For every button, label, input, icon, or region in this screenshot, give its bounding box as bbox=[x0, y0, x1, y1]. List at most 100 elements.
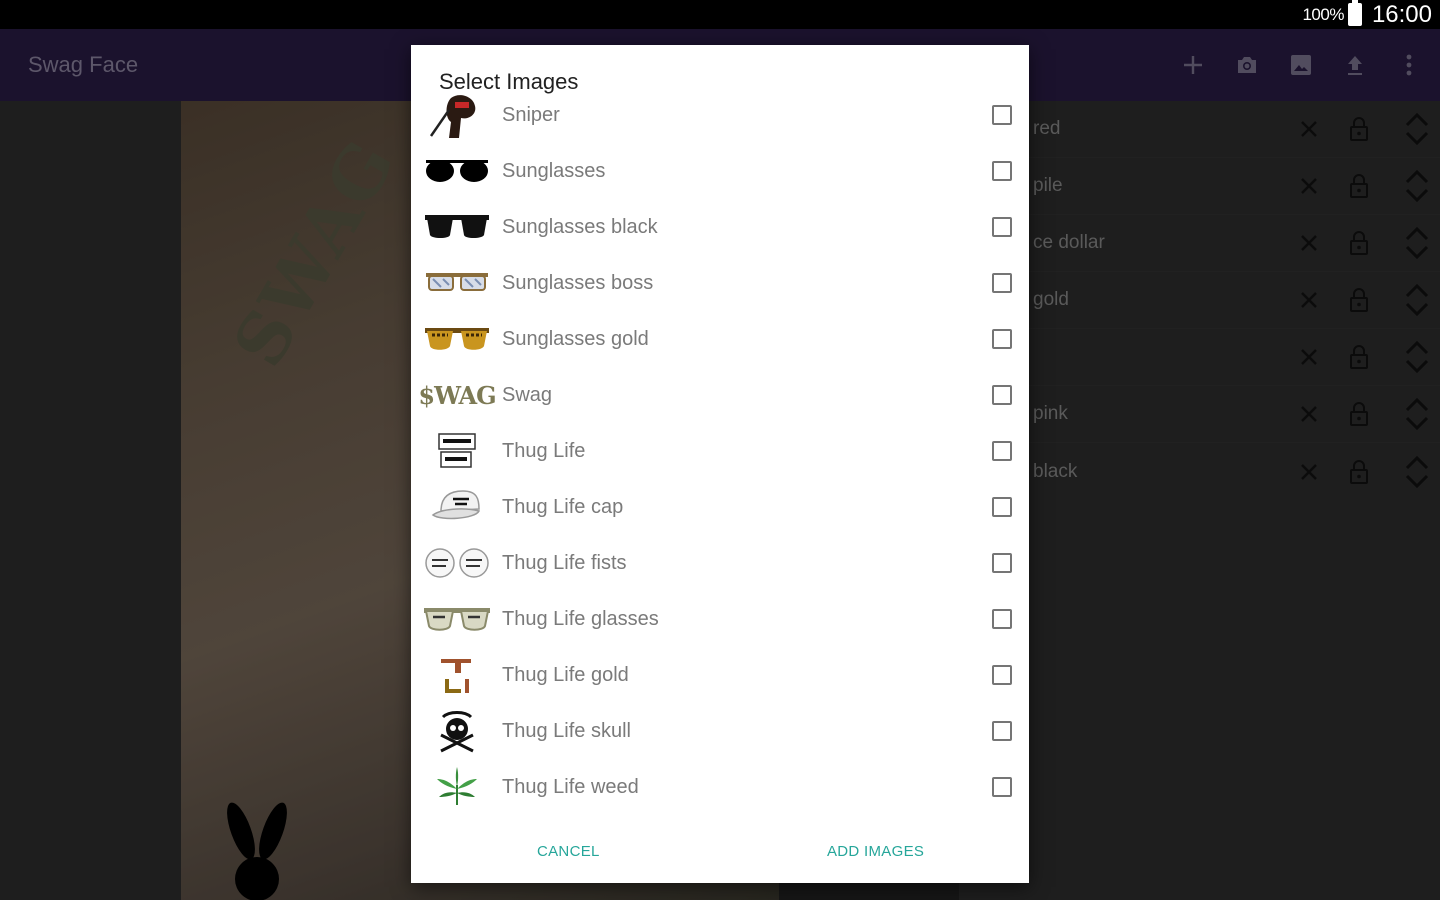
thug-life-cap-icon bbox=[423, 482, 491, 532]
item-label: Sunglasses bbox=[502, 159, 606, 182]
item-label: Thug Life weed bbox=[502, 775, 639, 798]
lock-icon[interactable] bbox=[1347, 287, 1371, 313]
list-item-sunglasses-gold[interactable]: Sunglasses gold bbox=[411, 311, 1029, 367]
sunglasses-boss-icon bbox=[423, 258, 491, 308]
list-item-sunglasses[interactable]: Sunglasses bbox=[411, 143, 1029, 199]
select-images-dialog: Select Images Sniper Sunglasses Sunglass… bbox=[411, 45, 1029, 883]
battery-percentage: 100% bbox=[1302, 4, 1344, 24]
item-checkbox[interactable] bbox=[992, 385, 1012, 405]
camera-icon[interactable] bbox=[1234, 52, 1260, 78]
reorder-icon[interactable] bbox=[1403, 339, 1431, 375]
list-item-thug-life-gold[interactable]: Thug Life gold bbox=[411, 647, 1029, 703]
remove-layer-icon[interactable] bbox=[1297, 117, 1321, 141]
app-actions bbox=[1180, 29, 1422, 101]
item-label: Thug Life glasses bbox=[502, 607, 659, 630]
item-checkbox[interactable] bbox=[992, 441, 1012, 461]
layer-row[interactable]: red bbox=[1029, 101, 1440, 158]
list-item-thug-life-cap[interactable]: Thug Life cap bbox=[411, 479, 1029, 535]
list-item-thug-life[interactable]: Thug Life bbox=[411, 423, 1029, 479]
item-checkbox[interactable] bbox=[992, 553, 1012, 573]
status-bar: 100% 16:00 bbox=[0, 0, 1440, 29]
item-label: Sunglasses gold bbox=[502, 327, 649, 350]
item-checkbox[interactable] bbox=[992, 105, 1012, 125]
item-checkbox[interactable] bbox=[992, 161, 1012, 181]
swag-text-icon: $WAG bbox=[418, 370, 496, 420]
layer-name: red bbox=[1033, 118, 1061, 139]
lock-icon[interactable] bbox=[1347, 344, 1371, 370]
gallery-icon[interactable] bbox=[1288, 52, 1314, 78]
item-label: Swag bbox=[502, 383, 553, 406]
swag-sticker: SWAG bbox=[216, 124, 413, 381]
item-label: Thug Life cap bbox=[502, 495, 624, 518]
reorder-icon[interactable] bbox=[1403, 282, 1431, 318]
reorder-icon[interactable] bbox=[1403, 396, 1431, 432]
photo-strip bbox=[779, 883, 959, 900]
add-icon[interactable] bbox=[1180, 52, 1206, 78]
layer-name: gold bbox=[1033, 289, 1069, 310]
swag-thumb-text: $WAG bbox=[418, 380, 496, 410]
thug-life-icon bbox=[423, 426, 491, 476]
item-checkbox[interactable] bbox=[992, 665, 1012, 685]
battery-icon bbox=[1347, 0, 1362, 26]
list-item-sunglasses-boss[interactable]: Sunglasses boss bbox=[411, 255, 1029, 311]
upload-icon[interactable] bbox=[1342, 52, 1368, 78]
overflow-menu-icon[interactable] bbox=[1396, 52, 1422, 78]
layer-name: pile bbox=[1033, 175, 1063, 196]
item-label: Thug Life gold bbox=[502, 663, 629, 686]
remove-layer-icon[interactable] bbox=[1297, 174, 1321, 198]
status-time: 16:00 bbox=[1371, 0, 1432, 28]
lock-icon[interactable] bbox=[1347, 459, 1371, 485]
layer-panel: red pile ce dollar gold pink black bbox=[1029, 101, 1440, 501]
thug-life-fists-icon bbox=[423, 538, 491, 588]
add-images-button[interactable]: ADD IMAGES bbox=[827, 843, 924, 860]
item-checkbox[interactable] bbox=[992, 273, 1012, 293]
reorder-icon[interactable] bbox=[1403, 168, 1431, 204]
list-item-sunglasses-black[interactable]: Sunglasses black bbox=[411, 199, 1029, 255]
layer-row[interactable]: gold bbox=[1029, 272, 1440, 329]
thug-life-glasses-icon bbox=[423, 594, 491, 644]
item-checkbox[interactable] bbox=[992, 609, 1012, 629]
list-item-sniper[interactable]: Sniper bbox=[411, 87, 1029, 143]
remove-layer-icon[interactable] bbox=[1297, 345, 1321, 369]
reorder-icon[interactable] bbox=[1403, 454, 1431, 490]
item-label: Thug Life fists bbox=[502, 551, 627, 574]
reorder-icon[interactable] bbox=[1403, 111, 1431, 147]
layer-row[interactable] bbox=[1029, 329, 1440, 386]
thug-life-weed-icon bbox=[423, 762, 491, 812]
layer-name: pink bbox=[1033, 403, 1068, 424]
remove-layer-icon[interactable] bbox=[1297, 460, 1321, 484]
item-label: Thug Life bbox=[502, 439, 586, 462]
bunny-logo-icon bbox=[211, 801, 301, 900]
layer-row[interactable]: pink bbox=[1029, 386, 1440, 443]
list-item-thug-life-fists[interactable]: Thug Life fists bbox=[411, 535, 1029, 591]
item-label: Sniper bbox=[502, 103, 560, 126]
item-checkbox[interactable] bbox=[992, 777, 1012, 797]
sunglasses-black-icon bbox=[423, 202, 491, 252]
lock-icon[interactable] bbox=[1347, 230, 1371, 256]
layer-name: ce dollar bbox=[1033, 232, 1105, 253]
lock-icon[interactable] bbox=[1347, 116, 1371, 142]
lock-icon[interactable] bbox=[1347, 401, 1371, 427]
cancel-button[interactable]: CANCEL bbox=[537, 843, 600, 860]
layer-row[interactable]: black bbox=[1029, 443, 1440, 500]
thug-life-gold-icon bbox=[423, 650, 491, 700]
list-item-thug-life-weed[interactable]: Thug Life weed bbox=[411, 759, 1029, 815]
item-checkbox[interactable] bbox=[992, 721, 1012, 741]
layer-row[interactable]: ce dollar bbox=[1029, 215, 1440, 272]
reorder-icon[interactable] bbox=[1403, 225, 1431, 261]
app-title: Swag Face bbox=[28, 52, 139, 77]
list-item-thug-life-skull[interactable]: Thug Life skull bbox=[411, 703, 1029, 759]
lock-icon[interactable] bbox=[1347, 173, 1371, 199]
sunglasses-icon bbox=[423, 146, 491, 196]
remove-layer-icon[interactable] bbox=[1297, 402, 1321, 426]
list-item-thug-life-glasses[interactable]: Thug Life glasses bbox=[411, 591, 1029, 647]
remove-layer-icon[interactable] bbox=[1297, 231, 1321, 255]
item-label: Sunglasses black bbox=[502, 215, 658, 238]
item-checkbox[interactable] bbox=[992, 329, 1012, 349]
item-checkbox[interactable] bbox=[992, 217, 1012, 237]
item-checkbox[interactable] bbox=[992, 497, 1012, 517]
list-item-swag[interactable]: $WAG Swag bbox=[411, 367, 1029, 423]
remove-layer-icon[interactable] bbox=[1297, 288, 1321, 312]
layer-row[interactable]: pile bbox=[1029, 158, 1440, 215]
item-label: Thug Life skull bbox=[502, 719, 631, 742]
